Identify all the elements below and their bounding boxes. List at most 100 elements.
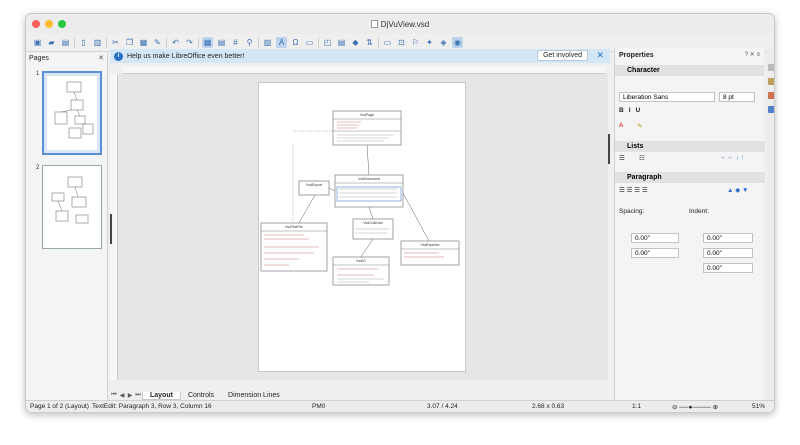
after-indent-value: 0.00": [707, 249, 722, 257]
toolbar-separator: [318, 37, 319, 48]
font-color-icon[interactable]: A: [619, 122, 623, 129]
status-zoom[interactable]: 51%: [748, 403, 769, 410]
infobar: i Help us make LibreOffice even better! …: [110, 49, 610, 63]
below-spacing-value: 0.00": [635, 249, 650, 257]
above-spacing-value: 0.00": [635, 234, 650, 242]
close-icon[interactable]: ✕: [98, 54, 104, 62]
toggle-extrusion-icon[interactable]: ◈: [438, 37, 449, 48]
prev-tab-icon[interactable]: ◀: [118, 392, 126, 399]
highlight-icon[interactable]: ✎: [637, 122, 642, 130]
before-indent-value: 0.00": [707, 234, 722, 242]
thumbnail-page: [46, 169, 98, 245]
first-tab-icon[interactable]: ⏮: [110, 392, 118, 399]
status-edit: TextEdit: Paragraph 3, Row 3, Column 16: [92, 403, 212, 410]
drawing-page[interactable]: VsdPage VsdDocument VsdExport VsdCollect…: [258, 82, 466, 372]
points-icon[interactable]: ⚐: [410, 37, 421, 48]
print-icon[interactable]: ▥: [92, 37, 103, 48]
thumbnail-page: [47, 76, 97, 150]
spacing-label: Spacing:: [619, 208, 645, 215]
document-icon: [370, 20, 378, 28]
page-thumbnail-1[interactable]: [42, 71, 102, 155]
infobar-message: Help us make LibreOffice even better!: [127, 52, 245, 60]
next-tab-icon[interactable]: ▶: [126, 392, 134, 399]
cut-icon[interactable]: ✂: [110, 37, 121, 48]
align-icon[interactable]: ▤: [336, 37, 347, 48]
toolbar-separator: [198, 37, 199, 48]
tab-layout[interactable]: Layout: [142, 391, 181, 400]
section-lists-label: Lists: [627, 143, 644, 150]
paste-icon[interactable]: ▦: [138, 37, 149, 48]
fontwork-icon[interactable]: ▭: [304, 37, 315, 48]
zoom-slider[interactable]: ⊖ ──●──── ⊕: [668, 403, 748, 411]
tab-controls[interactable]: Controls: [181, 392, 221, 399]
bold-italic-underline-icons[interactable]: BIU: [619, 107, 645, 114]
new-icon[interactable]: ▣: [32, 37, 43, 48]
font-name-field[interactable]: Liberation Sans: [619, 92, 715, 102]
section-paragraph-label: Paragraph: [627, 174, 662, 181]
thumbnail-diagram: [51, 176, 89, 224]
properties-deck-icon[interactable]: [768, 64, 774, 71]
info-icon: i: [114, 51, 123, 61]
close-infobar-icon[interactable]: ✕: [596, 50, 604, 61]
navigator-deck-icon[interactable]: [768, 106, 774, 113]
zoom-icon[interactable]: ⚲: [244, 37, 255, 48]
arrange-icon[interactable]: ◆: [350, 37, 361, 48]
gallery-deck-icon[interactable]: [768, 92, 774, 99]
open-icon[interactable]: ▰: [46, 37, 57, 48]
copy-icon[interactable]: ❐: [124, 37, 135, 48]
toolbar-separator: [378, 37, 379, 48]
image-icon[interactable]: ▨: [262, 37, 273, 48]
glue-points-icon[interactable]: ✦: [424, 37, 435, 48]
undo-icon[interactable]: ↶: [170, 37, 181, 48]
section-lists[interactable]: Lists: [615, 141, 765, 152]
last-tab-icon[interactable]: ⏭: [134, 392, 142, 399]
indent-label: Indent:: [689, 208, 709, 215]
valign-icons[interactable]: ▲ ◆ ▼: [727, 186, 748, 194]
bullet-list-icon[interactable]: ☰: [619, 154, 625, 162]
drawing-canvas[interactable]: VsdPage VsdDocument VsdExport VsdCollect…: [118, 74, 608, 380]
section-paragraph[interactable]: Paragraph: [615, 172, 765, 183]
status-page: Page 1 of 2 (Layout): [30, 403, 89, 410]
transform-icon[interactable]: ◰: [322, 37, 333, 48]
toolbar-separator: [106, 37, 107, 48]
tab-dimension-lines[interactable]: Dimension Lines: [221, 392, 287, 399]
after-indent-field[interactable]: 0.00": [703, 248, 753, 258]
redo-icon[interactable]: ↷: [184, 37, 195, 48]
numbered-list-icon[interactable]: ☷: [639, 154, 645, 162]
grid-icon[interactable]: ▦: [202, 37, 213, 48]
uml-diagram: VsdPage VsdDocument VsdExport VsdCollect…: [260, 110, 460, 286]
special-character-icon[interactable]: Ω: [290, 37, 301, 48]
helplines-icon[interactable]: ▤: [216, 37, 227, 48]
thumbnail-number: 1: [36, 71, 40, 77]
status-scale[interactable]: 1:1: [628, 403, 668, 410]
above-spacing-field[interactable]: 0.00": [631, 233, 679, 243]
page-thumbnail-2[interactable]: [42, 165, 102, 249]
styles-deck-icon[interactable]: [768, 78, 774, 85]
app-window: DjVuView.vsd ▣ ▰ ▤ ▯ ▥ ✂ ❐ ▦ ✎ ↶ ↷ ▦ ▤ #…: [25, 13, 775, 413]
class-name: VsdCollector: [363, 221, 384, 225]
snap-icon[interactable]: #: [230, 37, 241, 48]
clone-formatting-icon[interactable]: ✎: [152, 37, 163, 48]
align-icons[interactable]: ☰ ☰ ☰ ☰: [619, 186, 648, 194]
text-box-icon[interactable]: A: [276, 37, 287, 48]
show-draw-functions-icon[interactable]: ◉: [452, 37, 463, 48]
class-name: VsdPage: [360, 113, 374, 117]
first-line-indent-field[interactable]: 0.00": [703, 263, 753, 273]
sidebar-controls[interactable]: ? ✕ ≡: [745, 51, 760, 58]
save-icon[interactable]: ▤: [60, 37, 71, 48]
export-pdf-icon[interactable]: ▯: [78, 37, 89, 48]
crop-icon[interactable]: ⊡: [396, 37, 407, 48]
before-indent-field[interactable]: 0.00": [703, 233, 753, 243]
horizontal-ruler[interactable]: [122, 66, 606, 74]
get-involved-button[interactable]: Get involved: [537, 50, 588, 61]
shadow-icon[interactable]: ▭: [382, 37, 393, 48]
font-size-field[interactable]: 8 pt: [719, 92, 755, 102]
indent-arrows-icon[interactable]: → ← ↓ ↑: [719, 154, 744, 161]
right-splitter-handle[interactable]: [608, 134, 610, 164]
section-character[interactable]: Character: [615, 65, 764, 76]
pages-panel: Pages ✕ 1 2: [26, 53, 108, 401]
below-spacing-field[interactable]: 0.00": [631, 248, 679, 258]
left-splitter-handle[interactable]: [110, 214, 112, 244]
distribute-icon[interactable]: ⇅: [364, 37, 375, 48]
pages-panel-title: Pages: [29, 55, 49, 62]
